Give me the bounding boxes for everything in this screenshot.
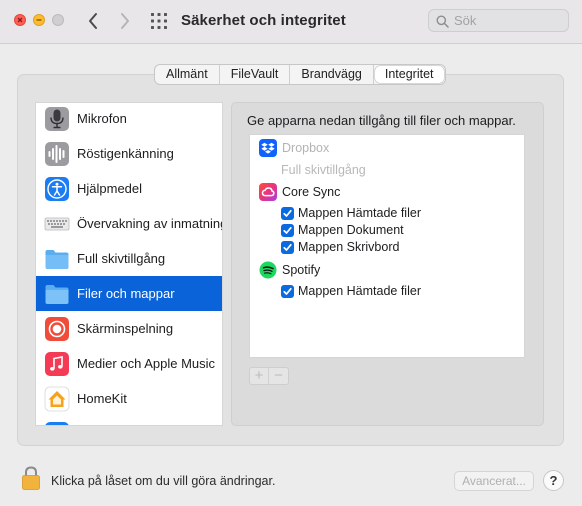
- lock-button[interactable]: [21, 465, 41, 491]
- checkmark-icon: [283, 226, 292, 234]
- help-button[interactable]: ?: [543, 470, 564, 491]
- sidebar-item-homekit[interactable]: HomeKit: [36, 381, 222, 416]
- creative-cloud-icon: [259, 183, 277, 201]
- checkmark-icon: [283, 287, 292, 295]
- sidebar-item-label: Hjälpmedel: [77, 181, 143, 196]
- permission-checkbox[interactable]: Mappen Hämtade filer: [281, 205, 421, 221]
- permission-checkbox[interactable]: Mappen Hämtade filer: [281, 283, 421, 299]
- grid-icon: [151, 13, 167, 29]
- bluetooth-icon: [45, 421, 69, 425]
- sidebar-item-label: Full skivtillgång: [77, 251, 166, 266]
- home-icon: [44, 386, 70, 412]
- advanced-button[interactable]: Avancerat...: [454, 471, 534, 491]
- app-row-core-sync[interactable]: Core Sync: [250, 182, 524, 202]
- sidebar-item-label: Filer och mappar: [77, 286, 175, 301]
- folder-icon: [44, 246, 70, 272]
- sidebar-item-accessibility[interactable]: Hjälpmedel: [36, 171, 222, 206]
- tab-bar: Allmänt FileVault Brandvägg Integritet: [154, 64, 446, 85]
- tab-filevault[interactable]: FileVault: [220, 65, 291, 84]
- checkbox[interactable]: [281, 206, 294, 220]
- add-button[interactable]: +: [250, 368, 269, 384]
- sidebar-item-partial[interactable]: [36, 416, 222, 425]
- search-field[interactable]: [428, 9, 569, 32]
- close-button[interactable]: [14, 14, 26, 26]
- spotify-icon: [259, 261, 277, 279]
- permission-label: Mappen Hämtade filer: [298, 284, 421, 298]
- lock-hint-text: Klicka på låset om du vill göra ändringa…: [51, 474, 276, 488]
- microphone-icon: [44, 106, 70, 132]
- app-row-spotify[interactable]: Spotify: [250, 260, 524, 280]
- sidebar-item-input-monitoring[interactable]: Övervakning av inmatning: [36, 206, 223, 241]
- keyboard-icon: [44, 211, 70, 237]
- tab-firewall[interactable]: Brandvägg: [290, 65, 374, 84]
- zoom-button[interactable]: [52, 14, 64, 26]
- permission-checkbox[interactable]: Mappen Dokument: [281, 222, 404, 238]
- screen-recording-icon: [44, 316, 70, 342]
- sidebar-item-media-apple-music[interactable]: Medier och Apple Music: [36, 346, 222, 381]
- checkbox[interactable]: [281, 223, 294, 237]
- checkmark-icon: [283, 243, 292, 251]
- checkbox[interactable]: [281, 240, 294, 254]
- chevron-right-icon: [121, 13, 129, 29]
- app-note: Full skivtillgång: [281, 163, 366, 177]
- app-permission-list: Dropbox Full skivtillgång Core Sync Mapp…: [249, 134, 525, 358]
- permission-label: Mappen Dokument: [298, 223, 404, 237]
- remove-button[interactable]: −: [269, 368, 288, 384]
- search-icon: [436, 15, 449, 28]
- checkbox[interactable]: [281, 284, 294, 298]
- dropbox-icon: [259, 139, 277, 157]
- folder-icon: [44, 281, 70, 307]
- show-all-button[interactable]: [150, 12, 168, 30]
- title-bar: Säkerhet och integritet: [0, 0, 582, 44]
- music-icon: [44, 351, 70, 377]
- checkmark-icon: [283, 209, 292, 217]
- sidebar-item-label: Övervakning av inmatning: [77, 216, 223, 231]
- sidebar-item-full-disk-access[interactable]: Full skivtillgång: [36, 241, 222, 276]
- sidebar-item-label: Medier och Apple Music: [77, 356, 216, 371]
- permission-checkbox[interactable]: Mappen Skrivbord: [281, 239, 399, 255]
- sidebar-item-screen-recording[interactable]: Skärminspelning: [36, 311, 222, 346]
- privacy-category-list: Mikrofon Röstigenkänning Hjälpmedel Över…: [35, 102, 223, 426]
- minimize-button[interactable]: [33, 14, 45, 26]
- back-button[interactable]: [84, 10, 104, 32]
- speech-recognition-icon: [44, 141, 70, 167]
- app-name: Core Sync: [282, 185, 341, 199]
- tab-privacy[interactable]: Integritet: [374, 66, 444, 83]
- sidebar-item-label: Mikrofon: [77, 111, 127, 126]
- permissions-heading: Ge apparna nedan tillgång till filer och…: [247, 113, 516, 128]
- search-input[interactable]: [454, 12, 564, 29]
- sidebar-item-microphone[interactable]: Mikrofon: [36, 103, 222, 136]
- add-remove-control: + −: [249, 367, 289, 385]
- forward-button[interactable]: [114, 10, 134, 32]
- sidebar-item-speech-recognition[interactable]: Röstigenkänning: [36, 136, 222, 171]
- chevron-left-icon: [89, 13, 97, 29]
- tab-general[interactable]: Allmänt: [155, 65, 220, 84]
- window-title: Säkerhet och integritet: [181, 12, 346, 29]
- app-name: Spotify: [282, 263, 321, 277]
- accessibility-icon: [44, 176, 70, 202]
- sidebar-item-label: Röstigenkänning: [77, 146, 174, 161]
- sidebar-item-label: Skärminspelning: [77, 321, 174, 336]
- lock-icon: [22, 466, 40, 490]
- sidebar-item-label: HomeKit: [77, 391, 127, 406]
- app-row-dropbox[interactable]: Dropbox: [250, 138, 524, 158]
- sidebar-item-files-and-folders[interactable]: Filer och mappar: [36, 276, 222, 311]
- permission-label: Mappen Skrivbord: [298, 240, 400, 254]
- permission-label: Mappen Hämtade filer: [298, 206, 421, 220]
- app-name: Dropbox: [282, 141, 330, 155]
